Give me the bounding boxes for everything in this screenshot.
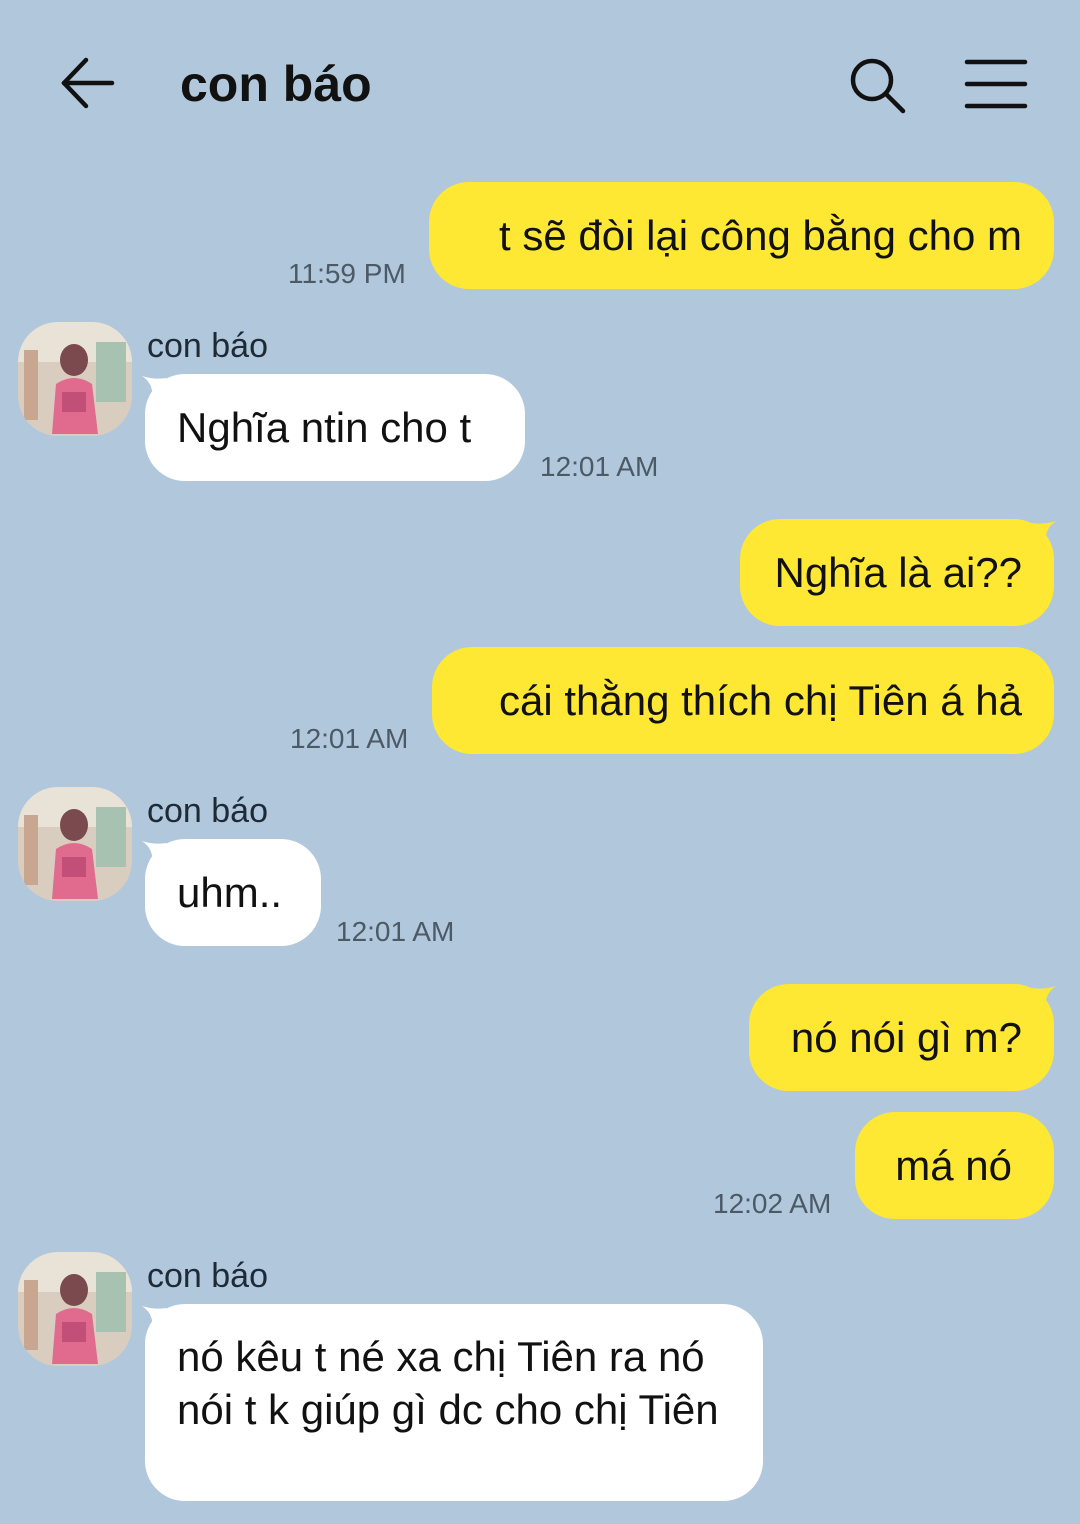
outgoing-message-bubble[interactable]: Nghĩa là ai?? — [740, 519, 1054, 626]
back-button[interactable] — [58, 56, 116, 110]
message-text: nó nói gì m? — [790, 1014, 1022, 1061]
message-time: 12:02 AM — [713, 1188, 832, 1219]
sender-name: con báo — [147, 1257, 268, 1295]
chat-title: con báo — [180, 56, 372, 112]
message-text: t sẽ đòi lại công bằng cho m — [499, 212, 1022, 259]
chat-header: con báo — [0, 0, 1080, 170]
message-time: 11:59 PM — [288, 258, 406, 289]
incoming-message-bubble[interactable]: nó kêu t né xa chị Tiên ra nó nói t k gi… — [145, 1304, 763, 1501]
contact-avatar[interactable] — [18, 787, 132, 901]
menu-button[interactable] — [964, 58, 1028, 110]
message-text: Nghĩa ntin cho t — [177, 404, 472, 451]
hamburger-menu-icon — [964, 59, 1028, 109]
avatar-photo — [18, 1252, 132, 1366]
outgoing-message-bubble[interactable]: má nó — [855, 1112, 1054, 1219]
message-time: 12:01 AM — [540, 451, 659, 482]
avatar-photo — [18, 787, 132, 901]
message-text: uhm.. — [177, 869, 283, 916]
arrow-left-icon — [61, 57, 115, 109]
message-text: nó kêu t né xa chị Tiên ra nó nói t k gi… — [177, 1333, 719, 1433]
message-text: má nó — [895, 1142, 1012, 1189]
incoming-message-bubble[interactable]: Nghĩa ntin cho t — [145, 374, 525, 481]
search-button[interactable] — [846, 54, 908, 116]
message-time: 12:01 AM — [290, 723, 409, 754]
outgoing-message-bubble[interactable]: nó nói gì m? — [749, 984, 1054, 1091]
contact-avatar[interactable] — [18, 1252, 132, 1366]
contact-avatar[interactable] — [18, 322, 132, 436]
sender-name: con báo — [147, 792, 268, 830]
incoming-message-bubble[interactable]: uhm.. — [145, 839, 321, 946]
avatar-photo — [18, 322, 132, 436]
message-time: 12:01 AM — [336, 916, 455, 947]
message-text: cái thằng thích chị Tiên á hả — [498, 677, 1022, 724]
outgoing-message-bubble[interactable]: cái thằng thích chị Tiên á hả — [432, 647, 1054, 754]
search-icon — [850, 58, 906, 114]
outgoing-message-bubble[interactable]: t sẽ đòi lại công bằng cho m — [429, 182, 1054, 289]
sender-name: con báo — [147, 327, 268, 365]
message-text: Nghĩa là ai?? — [774, 549, 1022, 596]
